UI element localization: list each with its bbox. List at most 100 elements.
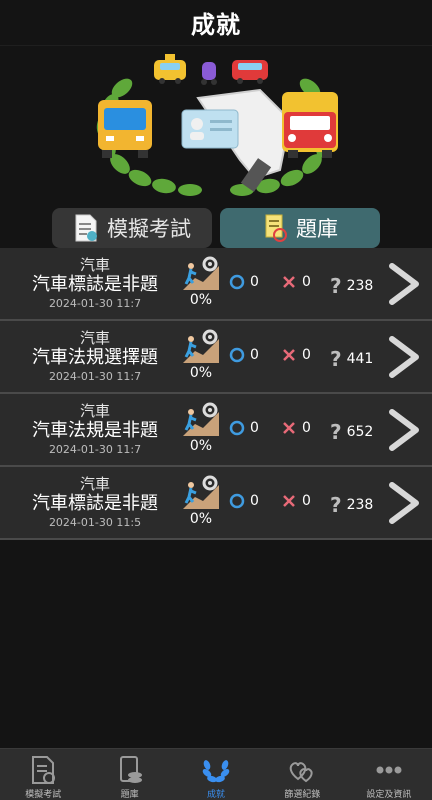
truck-icon [282, 92, 338, 158]
unanswered-value: 652 [346, 424, 374, 440]
record-row[interactable]: 汽車 汽車法規選擇題 2024-01-30 11:7 0% 0 0 ? 441 [0, 321, 432, 394]
record-title: 汽車法規選擇題 [32, 347, 158, 368]
tab-achievements-label: 成就 [207, 790, 226, 800]
wrong-cross-icon [283, 495, 295, 507]
bus-icon [98, 100, 152, 158]
driver-license-icon [181, 88, 292, 192]
correct-count: 0 [229, 420, 259, 436]
record-title: 汽車法規是非題 [32, 420, 158, 441]
wrong-count: 0 [281, 493, 311, 509]
question-mark-icon: ? [330, 347, 342, 371]
record-category: 汽車 [79, 402, 110, 420]
correct-circle-icon [229, 347, 245, 363]
wrong-count: 0 [281, 347, 311, 363]
question-mark-icon: ? [330, 274, 342, 298]
exam-sheet-icon [32, 756, 56, 784]
more-dots-icon [376, 766, 402, 774]
record-row[interactable]: 汽車 汽車標誌是非題 2024-01-30 11:5 0% 0 0 ? 238 [0, 467, 432, 540]
record-category: 汽車 [79, 256, 110, 274]
record-progress-percent: 0% [189, 292, 213, 308]
unanswered-count: ? 652 [330, 420, 373, 444]
tab-question-bank-label: 題庫 [120, 790, 139, 800]
laurel-icon [202, 760, 230, 783]
climbing-progress-icon [183, 402, 219, 436]
unanswered-count: ? 238 [330, 493, 373, 517]
question-mark-icon: ? [330, 420, 342, 444]
wrong-value: 0 [302, 420, 311, 436]
record-progress-percent: 0% [189, 438, 213, 454]
correct-value: 0 [250, 347, 259, 363]
chevron-right-icon[interactable] [384, 335, 424, 379]
record-title: 汽車標誌是非題 [32, 493, 158, 514]
tab-filter-records[interactable]: 篩選紀錄 [259, 749, 345, 800]
exam-document-icon [75, 214, 97, 242]
record-date: 2024-01-30 11:7 [48, 370, 142, 383]
record-info: 汽車 汽車標誌是非題 2024-01-30 11:5 [0, 475, 190, 530]
tab-achievements[interactable]: 成就 [173, 749, 259, 800]
record-date: 2024-01-30 11:7 [48, 297, 142, 310]
record-progress: 0% [180, 475, 222, 527]
question-bank-label: 題庫 [296, 217, 338, 241]
hearts-icon [290, 762, 314, 783]
mode-toggle: 模擬考試 題庫 [52, 208, 380, 248]
record-info: 汽車 汽車標誌是非題 2024-01-30 11:7 [0, 256, 190, 311]
wrong-value: 0 [302, 274, 311, 290]
unanswered-value: 238 [346, 278, 374, 294]
tab-filter-records-label: 篩選紀錄 [284, 790, 321, 800]
correct-count: 0 [229, 493, 259, 509]
record-row[interactable]: 汽車 汽車標誌是非題 2024-01-30 11:7 0% 0 0 ? 238 [0, 248, 432, 321]
record-category: 汽車 [79, 329, 110, 347]
page-title: 成就 [191, 11, 241, 39]
chevron-right-icon[interactable] [384, 481, 424, 525]
wrong-cross-icon [283, 349, 295, 361]
question-bank-button[interactable]: 題庫 [220, 208, 380, 248]
unanswered-value: 441 [346, 351, 374, 367]
climbing-progress-icon [183, 256, 219, 290]
record-progress: 0% [180, 256, 222, 308]
wrong-value: 0 [302, 493, 311, 509]
tab-question-bank[interactable]: 題庫 [86, 749, 172, 800]
record-category: 汽車 [79, 475, 110, 493]
correct-circle-icon [229, 420, 245, 436]
correct-count: 0 [229, 274, 259, 290]
climbing-progress-icon [183, 475, 219, 509]
record-progress-percent: 0% [189, 365, 213, 381]
question-mark-icon: ? [330, 493, 342, 517]
correct-value: 0 [250, 420, 259, 436]
wrong-value: 0 [302, 347, 311, 363]
tab-settings-info[interactable]: 設定及資訊 [346, 749, 432, 800]
unanswered-value: 238 [346, 497, 374, 513]
record-progress: 0% [180, 329, 222, 381]
tab-mock-exam-label: 模擬考試 [25, 790, 62, 800]
record-progress-percent: 0% [189, 511, 213, 527]
climbing-progress-icon [183, 329, 219, 363]
correct-value: 0 [250, 274, 259, 290]
chevron-right-icon[interactable] [384, 262, 424, 306]
record-progress: 0% [180, 402, 222, 454]
wrong-count: 0 [281, 274, 311, 290]
question-bank-icon [265, 214, 287, 242]
question-bank-icon [119, 756, 142, 783]
correct-circle-icon [229, 274, 245, 290]
unanswered-count: ? 238 [330, 274, 373, 298]
scooter-icon [201, 62, 217, 85]
wrong-count: 0 [281, 420, 311, 436]
correct-circle-icon [229, 493, 245, 509]
red-car-icon [232, 60, 268, 84]
record-list: 汽車 汽車標誌是非題 2024-01-30 11:7 0% 0 0 ? 238 [0, 248, 432, 540]
record-row[interactable]: 汽車 汽車法規是非題 2024-01-30 11:7 0% 0 0 ? 652 [0, 394, 432, 467]
unanswered-count: ? 441 [330, 347, 373, 371]
chevron-right-icon[interactable] [384, 408, 424, 452]
record-date: 2024-01-30 11:7 [48, 443, 142, 456]
tab-settings-info-label: 設定及資訊 [366, 790, 412, 800]
correct-value: 0 [250, 493, 259, 509]
tab-mock-exam[interactable]: 模擬考試 [0, 749, 86, 800]
header: 成就 [0, 0, 432, 46]
record-date: 2024-01-30 11:5 [48, 516, 142, 529]
wrong-cross-icon [283, 422, 295, 434]
bottom-tab-bar: 模擬考試 題庫 成就 篩選紀錄 設定及資訊 [0, 748, 432, 800]
mock-exam-button[interactable]: 模擬考試 [52, 208, 212, 248]
record-title: 汽車標誌是非題 [32, 274, 158, 295]
wrong-cross-icon [283, 276, 295, 288]
record-info: 汽車 汽車法規是非題 2024-01-30 11:7 [0, 402, 190, 457]
